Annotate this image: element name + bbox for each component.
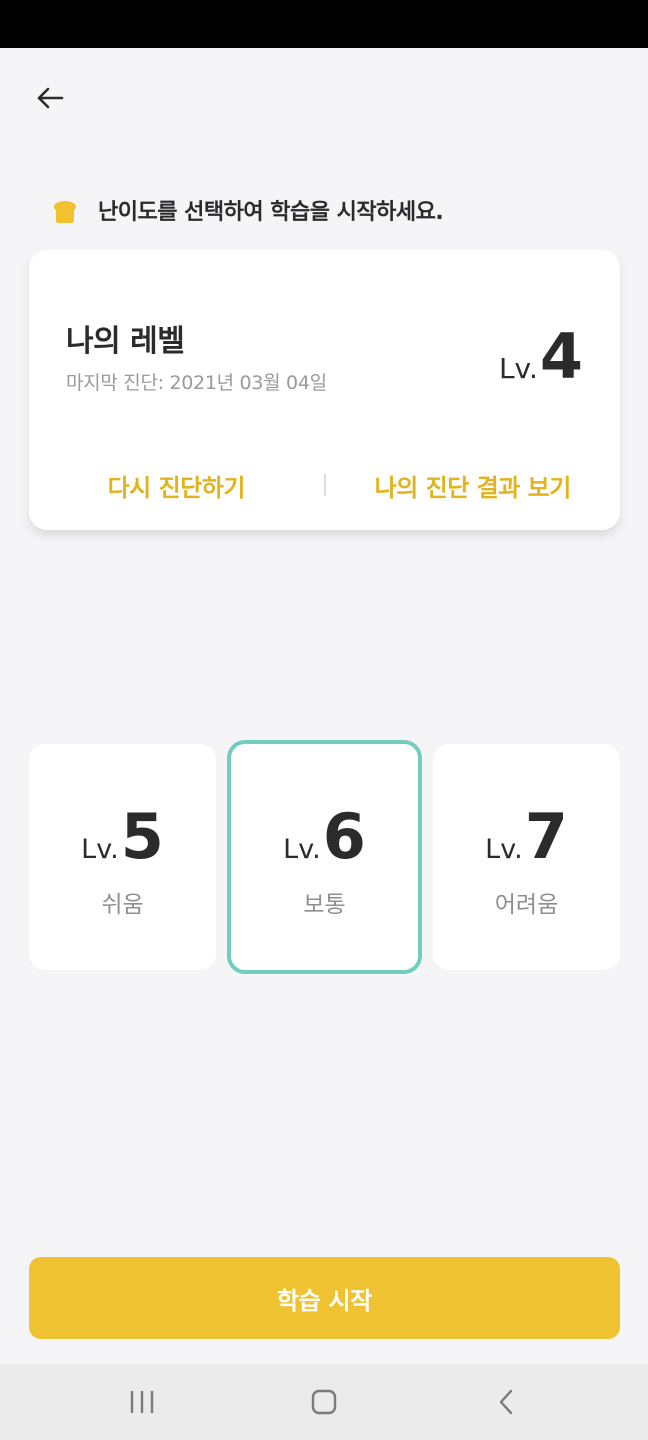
back-button[interactable] [26,78,74,118]
recent-apps-icon [130,1391,154,1413]
option-label: 쉬움 [101,891,144,918]
difficulty-option-normal[interactable]: Lv. 6 보통 [227,740,422,974]
system-nav-bar [0,1364,648,1440]
status-bar [0,0,648,48]
home-icon [311,1389,337,1415]
last-diagnosis-date: 마지막 진단: 2021년 03월 04일 [66,372,327,394]
home-button[interactable] [294,1378,354,1426]
view-diagnosis-result-button[interactable]: 나의 진단 결과 보기 [326,468,621,503]
lv-number: 7 [524,799,568,873]
lv-prefix: Lv. [81,833,119,865]
option-level: Lv. 6 [283,800,366,873]
system-back-button[interactable] [476,1378,536,1426]
back-chevron-icon [499,1389,513,1415]
option-level: Lv. 5 [81,800,164,873]
lv-number: 4 [539,320,583,393]
lv-prefix: Lv. [498,352,538,385]
recent-apps-button[interactable] [112,1378,172,1426]
my-level-title: 나의 레벨 [66,324,185,359]
my-level-value: Lv. 4 [499,320,583,393]
option-label: 어려움 [494,891,559,918]
level-card-actions: 다시 진단하기 나의 진단 결과 보기 [29,460,620,510]
difficulty-option-easy[interactable]: Lv. 5 쉬움 [29,744,216,970]
rediagnose-button[interactable]: 다시 진단하기 [29,468,324,503]
option-label: 보통 [303,891,346,918]
bread-icon [54,201,76,223]
arrow-left-icon [37,87,64,109]
start-learning-button[interactable]: 학습 시작 [29,1257,620,1339]
lv-prefix: Lv. [485,833,523,865]
lv-number: 6 [322,799,366,873]
option-level: Lv. 7 [485,800,568,873]
lv-prefix: Lv. [283,833,321,865]
lv-number: 5 [120,799,164,873]
difficulty-option-hard[interactable]: Lv. 7 어려움 [433,744,620,970]
guide-message: 난이도를 선택하여 학습을 시작하세요. [50,190,444,230]
my-level-card: 나의 레벨 마지막 진단: 2021년 03월 04일 Lv. 4 다시 진단하… [29,250,620,530]
guide-text: 난이도를 선택하여 학습을 시작하세요. [98,200,444,225]
